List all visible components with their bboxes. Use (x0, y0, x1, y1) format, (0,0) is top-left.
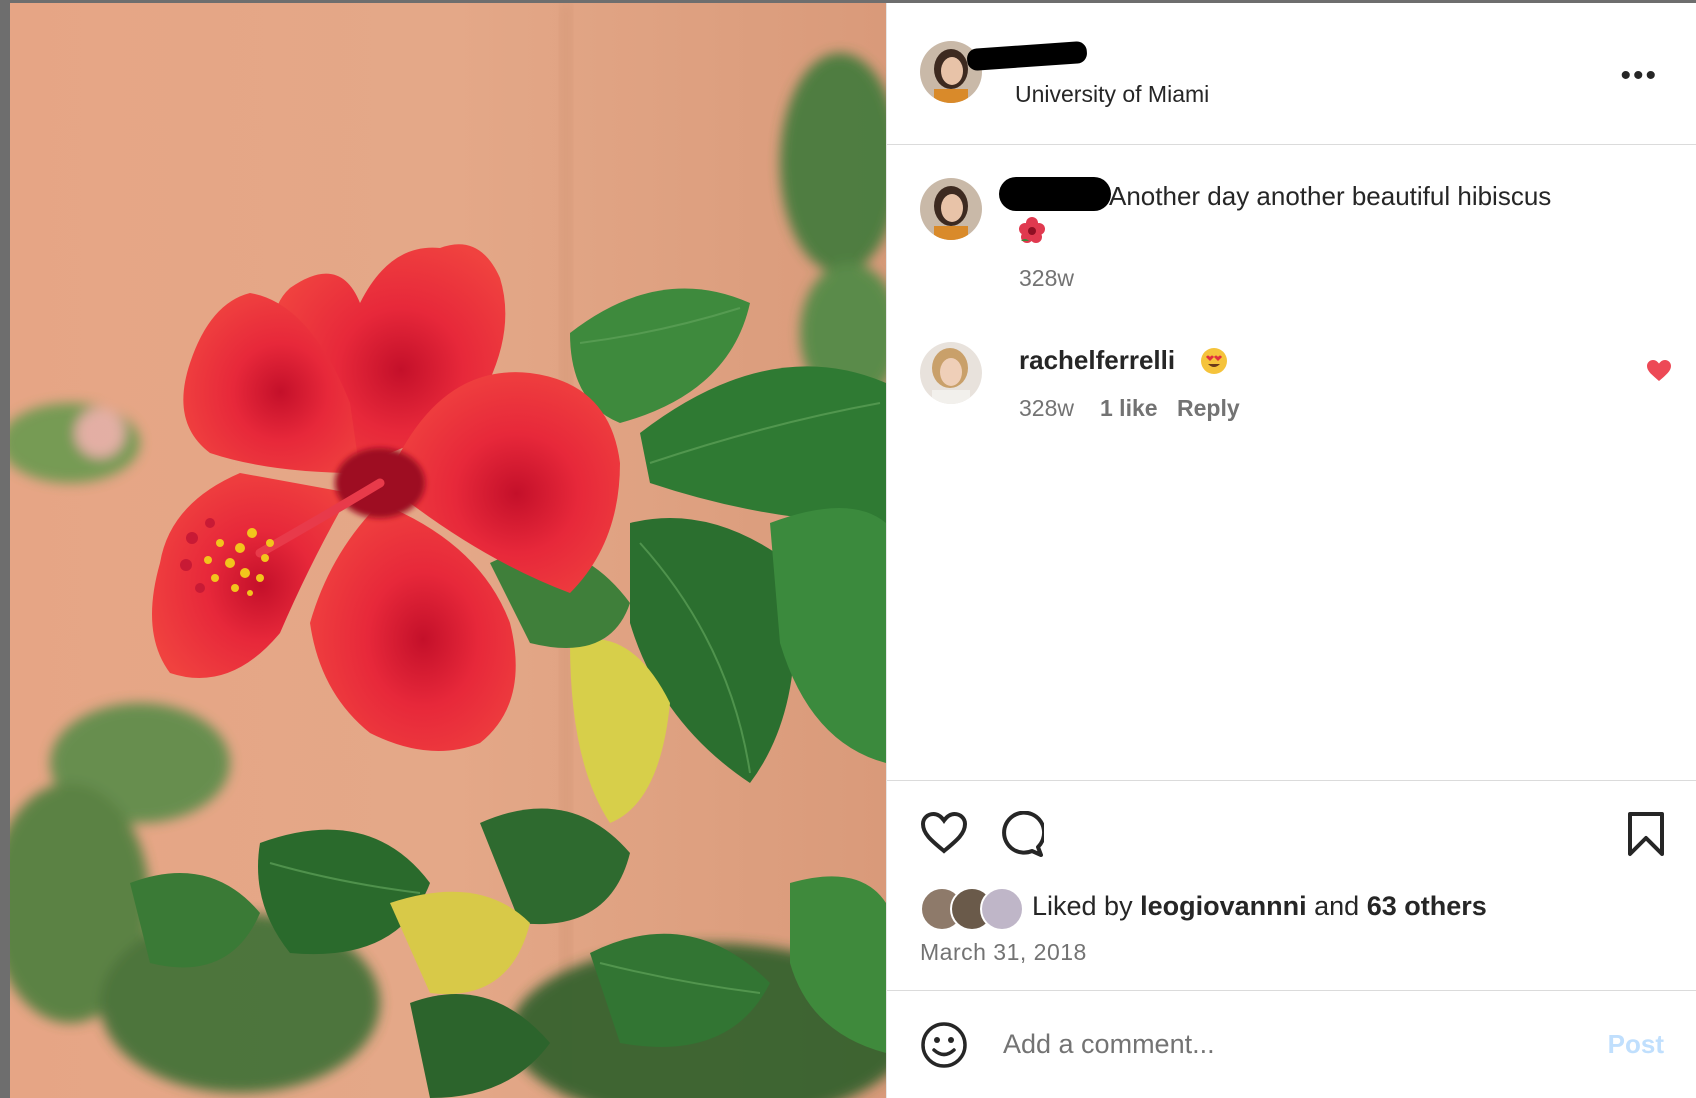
post-header: University of Miami ••• (887, 3, 1696, 145)
comment-likes[interactable]: 1 like (1100, 395, 1158, 422)
caption-text: Another day another beautiful hibiscus (1109, 181, 1552, 211)
liked-by-avatars[interactable] (920, 887, 1028, 931)
liked-by-prefix: Liked by (1032, 891, 1133, 921)
hibiscus-photo (10, 3, 886, 1098)
hibiscus-emoji-icon (1017, 215, 1047, 250)
liked-by-text: Liked by leogiovannni and 63 others (1032, 891, 1487, 922)
comment-bubble-icon[interactable] (996, 810, 1047, 862)
caption-author-avatar[interactable] (920, 178, 982, 240)
more-options-icon[interactable]: ••• (1620, 59, 1658, 93)
liked-by-others[interactable]: 63 others (1367, 891, 1487, 921)
post-dialog: University of Miami ••• Another day anot… (10, 3, 1696, 1098)
comment-reply-button[interactable]: Reply (1177, 395, 1240, 422)
post-location[interactable]: University of Miami (1015, 81, 1209, 108)
commenter-avatar[interactable] (920, 342, 982, 404)
redacted-username (966, 40, 1088, 72)
comment-time[interactable]: 328w (1019, 395, 1074, 422)
comment-like-heart-icon[interactable] (1646, 359, 1672, 388)
caption-time[interactable]: 328w (1019, 265, 1074, 292)
bookmark-icon[interactable] (1626, 811, 1666, 862)
liked-by-middle: and (1314, 891, 1360, 921)
comment-bar: Post (887, 990, 1696, 1098)
post-date[interactable]: March 31, 2018 (920, 939, 1087, 966)
comment-username[interactable]: rachelferrelli (1019, 345, 1175, 376)
post-photo[interactable] (10, 3, 886, 1098)
liked-by-user[interactable]: leogiovannni (1140, 891, 1307, 921)
comment-input[interactable] (1001, 1021, 1525, 1067)
like-heart-icon[interactable] (920, 811, 968, 860)
emoji-picker-icon[interactable] (920, 1021, 968, 1074)
post-comment-button[interactable]: Post (1608, 1029, 1664, 1060)
heart-eyes-emoji-icon (1200, 347, 1228, 380)
post-side-panel: University of Miami ••• Another day anot… (886, 3, 1696, 1098)
redacted-caption-username (999, 177, 1111, 211)
liker-avatar (980, 887, 1024, 931)
